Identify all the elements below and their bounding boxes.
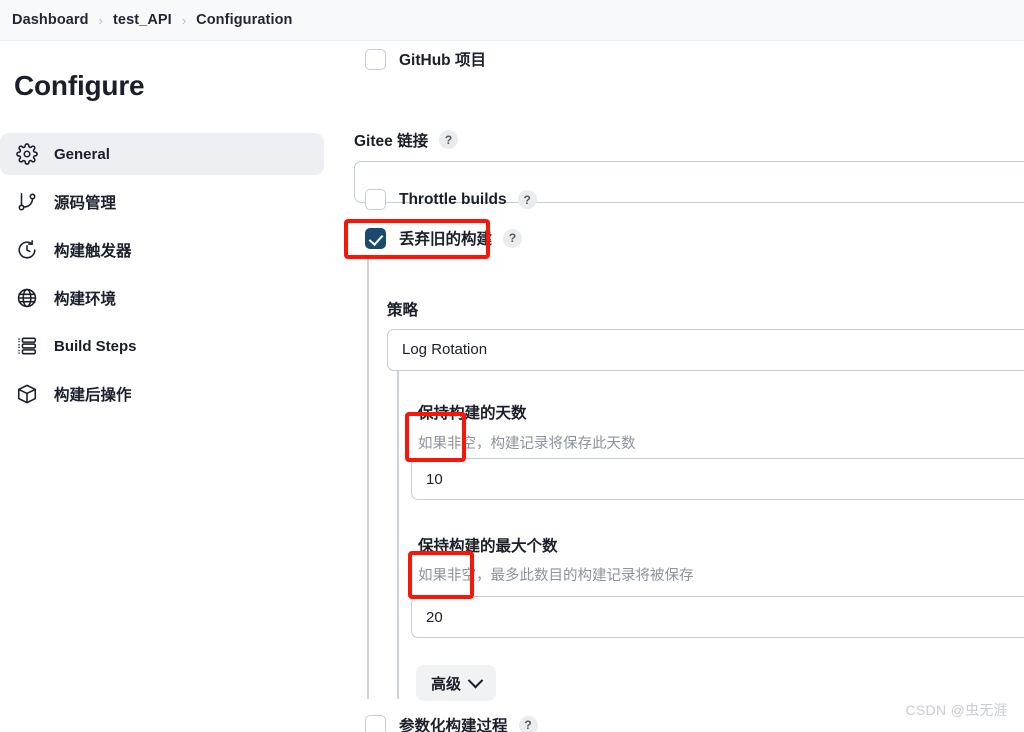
gitee-link-help-icon[interactable]: ? [439,130,458,149]
clock-icon [14,237,40,263]
strategy-value: Log Rotation [402,341,488,358]
sidebar-item-build-environment[interactable]: 构建环境 [0,277,324,319]
breadcrumb-item-configuration[interactable]: Configuration [188,12,300,28]
gitee-link-label: Gitee 链接 [354,133,429,150]
breadcrumb-item-dashboard[interactable]: Dashboard [4,12,97,28]
sidebar-item-post-build-actions[interactable]: 构建后操作 [0,373,324,415]
watermark: CSDN @虫无涯 [905,702,1008,718]
strategy-label: 策略 [387,302,419,319]
max-builds-to-keep-description: 如果非空，最多此数目的构建记录将被保存 [418,568,694,584]
throttle-builds-help-icon[interactable]: ? [517,190,537,209]
globe-icon [14,285,40,311]
parameterized-build-row: 参数化构建过程 ? [365,714,538,732]
days-to-keep-input[interactable] [411,458,1024,500]
nesting-guide-line-inner [397,358,399,699]
strategy-select[interactable]: Log Rotation [387,329,1024,371]
package-icon [14,381,40,407]
github-project-label: GitHub 项目 [399,52,486,69]
breadcrumb-separator-icon: › [181,12,187,28]
max-builds-to-keep-label: 保持构建的最大个数 [418,538,558,555]
parameterized-build-label: 参数化构建过程 [399,718,508,732]
days-to-keep-label: 保持构建的天数 [418,405,527,422]
max-builds-to-keep-input[interactable] [411,596,1024,638]
throttle-builds-checkbox[interactable] [365,189,386,210]
sidebar-item-source-management[interactable]: 源码管理 [0,181,324,223]
sidebar-item-label: Build Steps [54,337,137,355]
nesting-guide-line-outer [367,255,369,699]
sidebar-item-label: 源码管理 [54,195,117,212]
list-icon [14,333,40,359]
page-title: Configure [14,70,145,101]
advanced-button[interactable]: 高级 [416,665,497,701]
parameterized-build-help-icon[interactable]: ? [518,715,538,732]
sidebar-item-build-triggers[interactable]: 构建触发器 [0,229,324,271]
parameterized-build-checkbox[interactable] [365,714,386,732]
sidebar-item-label: 构建环境 [54,291,117,308]
chevron-down-icon [467,672,484,688]
breadcrumb: Dashboard › test_API › Configuration [0,0,1024,41]
days-to-keep-description: 如果非空，构建记录将保存此天数 [418,436,636,452]
github-project-row: GitHub 项目 [365,48,486,70]
git-branch-icon [14,189,40,215]
sidebar-item-build-steps[interactable]: Build Steps [0,325,324,367]
jenkins-configure-page: Dashboard › test_API › Configuration Con… [0,0,1024,732]
main-content: GitHub 项目 Gitee 链接 ? Throttle builds ? 丢… [340,41,1024,732]
sidebar-item-general[interactable]: General [0,133,324,175]
sidebar: Configure General 源码管理 构建触发器 构建环境 Build … [0,41,340,732]
sidebar-item-label: 构建后操作 [54,387,132,404]
discard-old-builds-row: 丢弃旧的构建 ? [365,227,523,249]
gear-icon [14,141,40,167]
discard-old-builds-checkbox[interactable] [365,227,386,249]
throttle-builds-row: Throttle builds ? [365,189,537,210]
breadcrumb-separator-icon: › [98,12,103,28]
github-project-checkbox[interactable] [365,48,386,70]
discard-old-builds-label: 丢弃旧的构建 [399,231,493,248]
throttle-builds-label: Throttle builds [399,190,507,208]
sidebar-nav: General 源码管理 构建触发器 构建环境 Build Steps 构建后操… [0,133,324,421]
advanced-button-label: 高级 [431,675,462,693]
discard-old-builds-help-icon[interactable]: ? [503,228,523,248]
breadcrumb-item-test-api[interactable]: test_API [105,12,180,28]
sidebar-item-label: General [54,145,110,163]
sidebar-item-label: 构建触发器 [54,243,132,260]
